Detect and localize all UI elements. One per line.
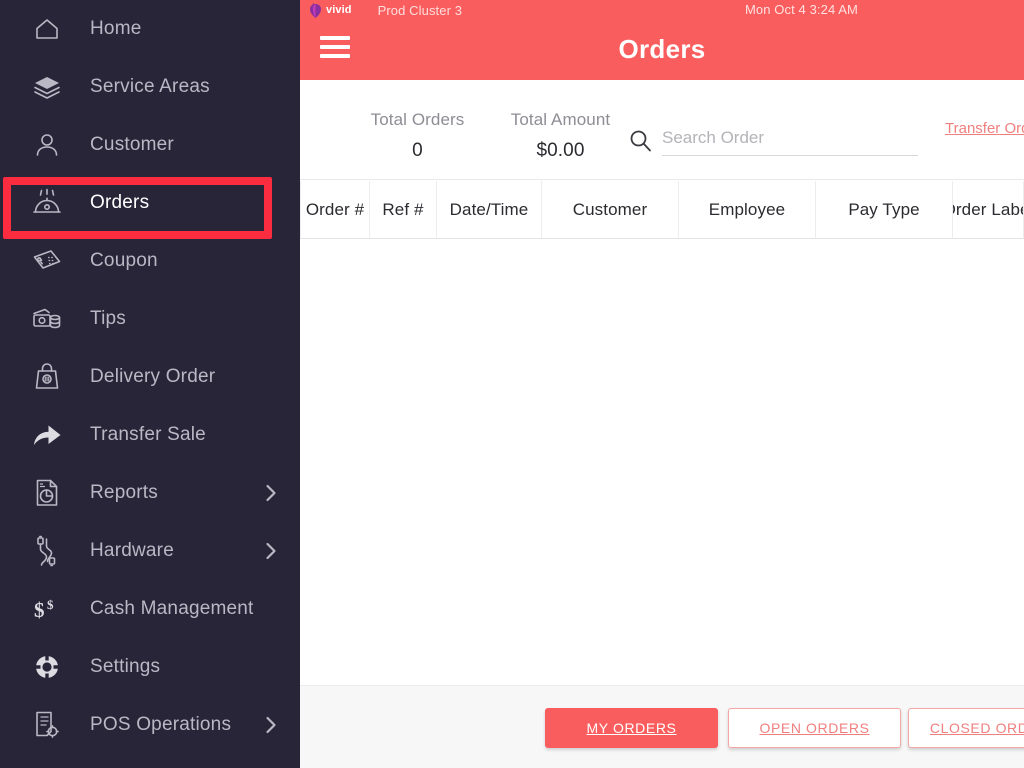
- search-container: [628, 124, 918, 162]
- app-root: Home Service Areas Customer Orders Coupon Tip…: [0, 0, 1024, 768]
- page-title: Orders: [618, 34, 706, 64]
- column-header-order-label[interactable]: Order Label: [953, 181, 1024, 238]
- total-amount-label: Total Amount: [510, 110, 611, 129]
- usb-cable-icon: [24, 534, 70, 568]
- footer-toolbar: MY ORDERS OPEN ORDERS CLOSED ORDERS: [300, 685, 1024, 768]
- sidebar-item-label: Settings: [90, 656, 161, 677]
- sidebar-item-label: Tips: [90, 308, 126, 329]
- coupon-ticket-icon: [24, 244, 70, 278]
- sidebar-item-coupon[interactable]: Coupon: [0, 232, 300, 290]
- column-header-order-[interactable]: Order #: [300, 181, 370, 238]
- sidebar-item-label: Customer: [90, 134, 174, 155]
- sidebar-item-label: Home: [90, 18, 142, 39]
- my-orders-button[interactable]: MY ORDERS: [545, 708, 718, 748]
- home-icon: [24, 12, 70, 46]
- open-orders-button[interactable]: OPEN ORDERS: [728, 708, 901, 748]
- brand-name: vivid: [326, 4, 352, 16]
- sidebar-item-label: Delivery Order: [90, 366, 216, 387]
- column-header-employee[interactable]: Employee: [679, 181, 816, 238]
- sidebar-item-reports[interactable]: Reports: [0, 464, 300, 522]
- stat-total-amount: Total Amount $0.00: [473, 110, 648, 162]
- transfer-order-link[interactable]: Transfer Order: [945, 120, 1024, 137]
- sidebar-item-label: POS Operations: [90, 714, 232, 735]
- sidebar-item-customer[interactable]: Customer: [0, 116, 300, 174]
- person-icon: [24, 128, 70, 162]
- sidebar-item-pos-operations[interactable]: POS Operations: [0, 696, 300, 754]
- lifebuoy-gear-icon: [24, 650, 70, 684]
- closed-orders-button-label: CLOSED ORDERS: [929, 720, 1024, 736]
- layers-icon: [24, 70, 70, 104]
- chevron-right-icon: [264, 483, 278, 503]
- orders-table-body: [300, 239, 1024, 685]
- cluster-name: Prod Cluster 3: [377, 2, 463, 18]
- my-orders-button-label: MY ORDERS: [586, 720, 677, 736]
- sidebar-item-label: Hardware: [90, 540, 174, 561]
- column-header-customer[interactable]: Customer: [542, 181, 679, 238]
- column-header-date-time[interactable]: Date/Time: [437, 181, 542, 238]
- status-bar: vivid Prod Cluster 3 Mon Oct 4 3:24 AM: [300, 0, 1024, 20]
- report-chart-icon: [24, 476, 70, 510]
- sidebar-item-settings[interactable]: Settings: [0, 638, 300, 696]
- app-bar: vivid Prod Cluster 3 Mon Oct 4 3:24 AM O…: [300, 0, 1024, 80]
- column-header-pay-type[interactable]: Pay Type: [816, 181, 953, 238]
- delivery-bag-icon: [24, 360, 70, 394]
- forward-arrow-icon: [24, 418, 70, 452]
- sidebar-navigation: Home Service Areas Customer Orders Coupon Tip…: [0, 0, 300, 768]
- chevron-right-icon: [264, 541, 278, 561]
- status-datetime: Mon Oct 4 3:24 AM: [745, 2, 858, 17]
- brand: vivid: [309, 2, 352, 18]
- column-header-label: Ref #: [382, 199, 424, 219]
- column-header-label: Customer: [572, 199, 648, 219]
- sidebar-item-hardware[interactable]: Hardware: [0, 522, 300, 580]
- sidebar-item-transfer-sale[interactable]: Transfer Sale: [0, 406, 300, 464]
- total-amount-value: $0.00: [536, 140, 585, 161]
- svg-text:$: $: [47, 597, 54, 612]
- main-content: vivid Prod Cluster 3 Mon Oct 4 3:24 AM O…: [300, 0, 1024, 768]
- column-header-label: Pay Type: [848, 199, 920, 219]
- sidebar-item-label: Service Areas: [90, 76, 210, 97]
- closed-orders-button[interactable]: CLOSED ORDERS: [908, 708, 1024, 748]
- sidebar-item-service-areas[interactable]: Service Areas: [0, 58, 300, 116]
- search-icon: [630, 130, 651, 152]
- orders-table-header: Order # Ref # Date/Time Customer Employee Pay…: [300, 181, 1024, 239]
- food-cloche-icon: [24, 186, 70, 220]
- summary-bar: Total Orders 0 Total Amount $0.00 Transf…: [300, 80, 1024, 180]
- open-orders-button-label: OPEN ORDERS: [759, 720, 870, 736]
- sidebar-item-cash-management[interactable]: $ $ Cash Management: [0, 580, 300, 638]
- sidebar-item-home[interactable]: Home: [0, 0, 300, 58]
- column-header-ref-[interactable]: Ref #: [370, 181, 437, 238]
- column-header-label: Employee: [708, 199, 786, 219]
- receipt-gear-icon: [24, 708, 70, 742]
- svg-text:$: $: [34, 598, 45, 622]
- search-input[interactable]: [662, 124, 918, 156]
- sidebar-item-label: Reports: [90, 482, 158, 503]
- sidebar-item-tips[interactable]: Tips: [0, 290, 300, 348]
- sidebar-item-label: Orders: [90, 192, 150, 213]
- sidebar-item-orders[interactable]: Orders: [0, 174, 300, 232]
- sidebar-item-label: Coupon: [90, 250, 158, 271]
- column-header-label: Order Label: [953, 199, 1023, 219]
- dollar-sign-icon: $ $: [24, 592, 70, 626]
- column-header-label: Order #: [305, 199, 365, 219]
- vivid-logo-icon: [310, 2, 321, 18]
- sidebar-item-label: Cash Management: [90, 598, 254, 619]
- cash-tips-icon: [24, 302, 70, 336]
- column-header-label: Date/Time: [449, 199, 529, 219]
- sidebar-item-delivery-order[interactable]: Delivery Order: [0, 348, 300, 406]
- sidebar-item-label: Transfer Sale: [90, 424, 206, 445]
- chevron-right-icon: [264, 715, 278, 735]
